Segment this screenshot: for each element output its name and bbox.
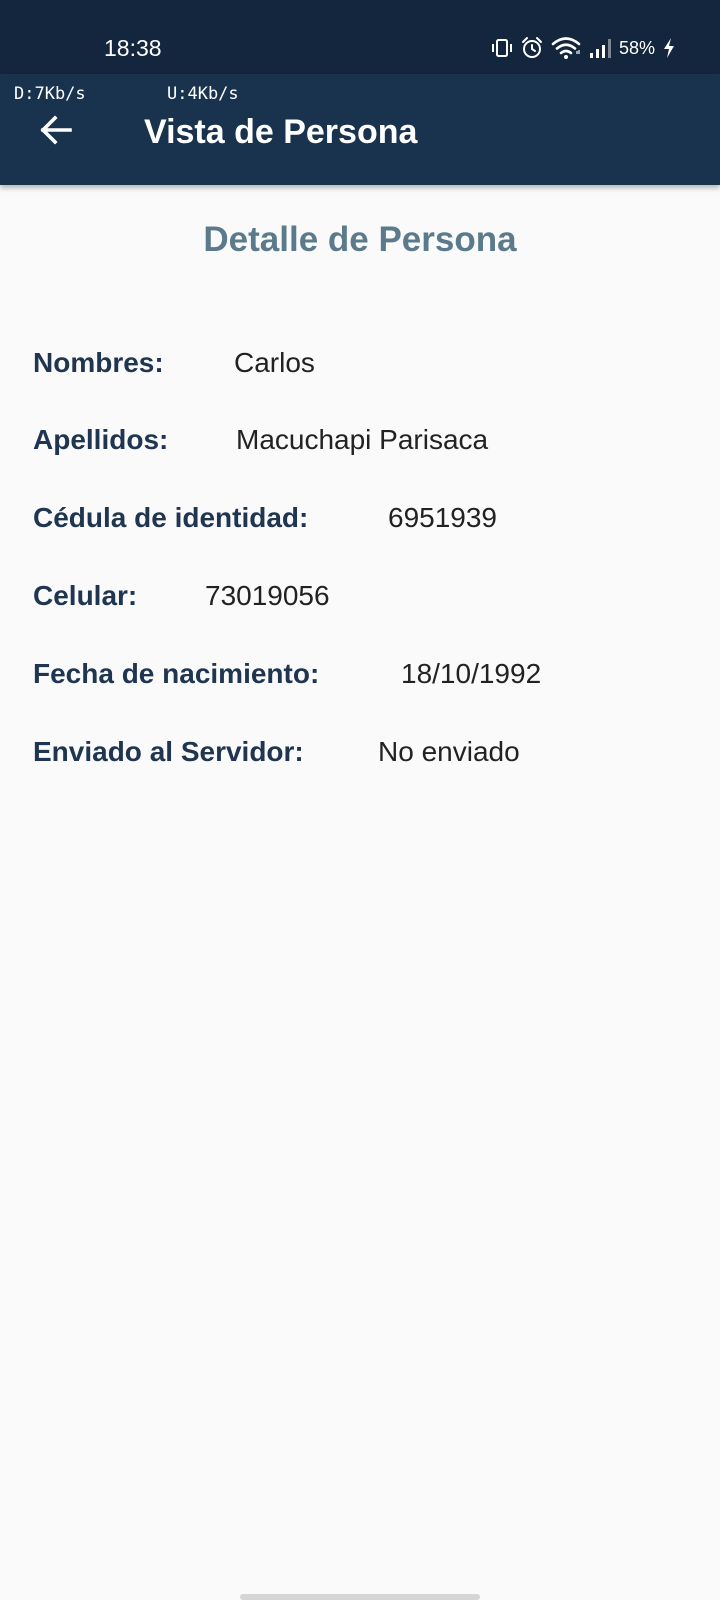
wifi-icon (551, 36, 581, 60)
field-apellidos: Apellidos: Macuchapi Parisaca (33, 420, 693, 460)
app-title: Vista de Persona (144, 113, 418, 151)
field-value: Carlos (234, 347, 315, 378)
page-title: Detalle de Persona (203, 220, 517, 259)
field-fecha-nacimiento: Fecha de nacimiento: 18/10/1992 (33, 654, 693, 694)
battery-percent: 58% (618, 38, 655, 58)
arrow-back-icon (38, 112, 74, 153)
charging-icon (662, 37, 676, 59)
signal-icon (588, 37, 612, 59)
upload-speed: U:4Kb/s (167, 84, 239, 104)
field-value: Macuchapi Parisaca (236, 424, 489, 455)
field-label: Nombres: (33, 347, 164, 378)
gesture-nav-handle[interactable] (240, 1594, 480, 1600)
field-nombres: Nombres: Carlos (33, 343, 693, 383)
status-icons: 58% (491, 35, 676, 61)
field-label: Enviado al Servidor: (33, 736, 304, 767)
field-enviado-servidor: Enviado al Servidor: No enviado (33, 732, 693, 772)
status-time: 18:38 (104, 35, 162, 61)
field-value: 73019056 (205, 580, 330, 611)
field-cedula: Cédula de identidad: 6951939 (33, 498, 693, 538)
field-value: 6951939 (388, 502, 498, 533)
field-label: Fecha de nacimiento: (33, 658, 320, 689)
field-celular: Celular: 73019056 (33, 576, 693, 616)
status-bar: 18:38 58% (0, 0, 720, 74)
field-label: Cédula de identidad: (33, 502, 309, 533)
vibrate-icon (491, 37, 513, 59)
alarm-icon (520, 36, 544, 60)
field-value: 18/10/1992 (401, 658, 542, 689)
download-speed: D:7Kb/s (14, 84, 86, 104)
field-label: Apellidos: (33, 424, 169, 455)
app-bar: D:7Kb/s U:4Kb/s Vista de Persona (0, 74, 720, 185)
back-button[interactable] (28, 104, 84, 160)
field-value: No enviado (378, 736, 520, 767)
field-label: Celular: (33, 580, 138, 611)
